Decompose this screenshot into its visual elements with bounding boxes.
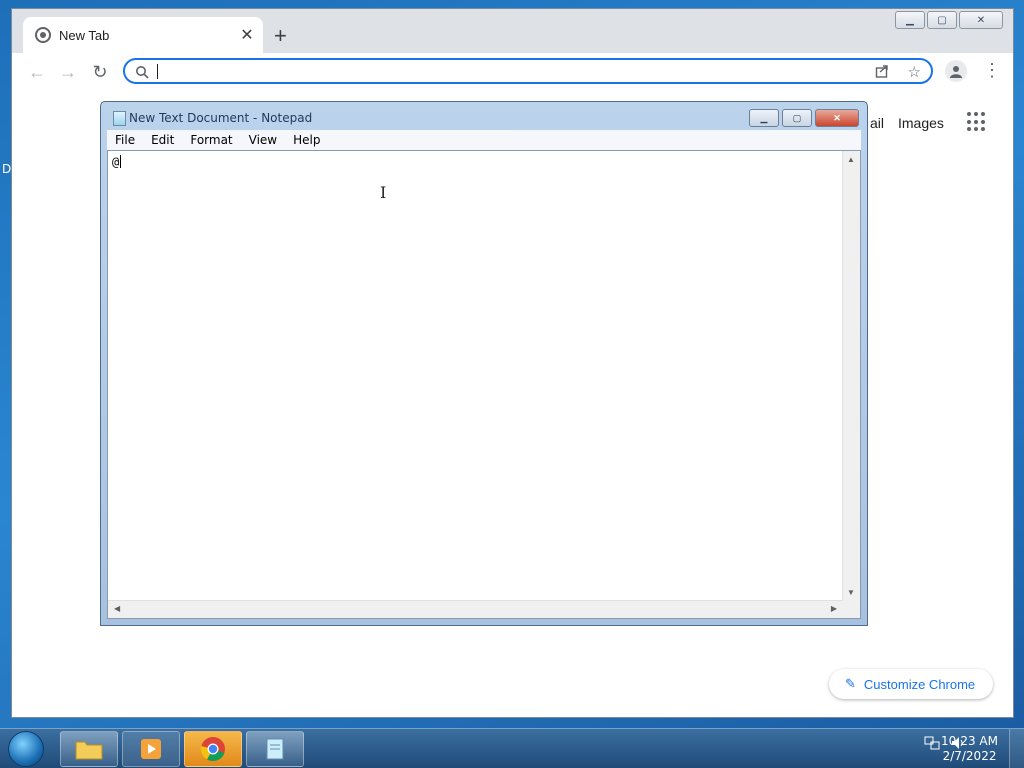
google-apps-icon[interactable] xyxy=(967,112,987,132)
minimize-button[interactable]: ▁ xyxy=(895,11,925,29)
taskbar-chrome-button[interactable] xyxy=(184,731,242,767)
forward-icon[interactable]: → xyxy=(57,62,79,83)
maximize-button[interactable]: ▢ xyxy=(927,11,957,29)
chrome-menu-icon[interactable]: ⋮ xyxy=(983,61,1001,79)
menu-file[interactable]: File xyxy=(107,133,143,147)
notepad-icon xyxy=(266,738,284,760)
notepad-icon xyxy=(113,111,126,126)
pencil-icon: ✎ xyxy=(845,676,856,691)
taskbar-explorer-button[interactable] xyxy=(60,731,118,767)
new-tab-button[interactable]: + xyxy=(274,25,287,47)
close-button[interactable]: ✕ xyxy=(959,11,1003,29)
clock-date: 2/7/2022 xyxy=(942,749,997,763)
profile-avatar-icon[interactable] xyxy=(945,60,967,82)
menu-help[interactable]: Help xyxy=(285,133,328,147)
notepad-title: New Text Document - Notepad xyxy=(129,111,313,125)
start-button[interactable] xyxy=(8,731,44,767)
notepad-text-area[interactable]: @ ▲ ▼ ◀ ▶ xyxy=(107,150,861,619)
scroll-up-icon[interactable]: ▲ xyxy=(847,155,855,164)
media-player-icon xyxy=(141,739,161,759)
customize-chrome-label: Customize Chrome xyxy=(863,676,976,692)
taskbar-media-player-button[interactable] xyxy=(122,731,180,767)
vertical-scrollbar[interactable]: ▲ ▼ xyxy=(842,151,860,601)
customize-chrome-button[interactable]: ✎ Customize Chrome xyxy=(829,669,993,699)
address-input[interactable] xyxy=(157,62,861,82)
bookmark-star-icon[interactable]: ☆ xyxy=(908,63,921,81)
notepad-close-button[interactable]: ✕ xyxy=(815,109,859,127)
folder-icon xyxy=(75,741,103,760)
notepad-menubar: File Edit Format View Help xyxy=(107,130,861,150)
gmail-link[interactable]: ail xyxy=(870,115,884,131)
taskbar-clock[interactable]: 10:23 AM 2/7/2022 xyxy=(941,734,998,764)
text-caret xyxy=(120,155,121,168)
notepad-window: New Text Document - Notepad ▁ ▢ ✕ File E… xyxy=(100,101,868,626)
notepad-minimize-button[interactable]: ▁ xyxy=(749,109,779,127)
notepad-window-controls: ▁ ▢ ✕ xyxy=(749,109,859,127)
show-desktop-button[interactable] xyxy=(1009,729,1024,768)
reload-icon[interactable]: ↻ xyxy=(89,62,111,83)
scroll-right-icon[interactable]: ▶ xyxy=(831,604,837,613)
address-bar[interactable]: ☆ xyxy=(123,58,933,84)
notepad-maximize-button[interactable]: ▢ xyxy=(782,109,812,127)
chrome-icon xyxy=(200,737,225,762)
scroll-left-icon[interactable]: ◀ xyxy=(114,604,120,613)
text-caret xyxy=(157,64,158,79)
chrome-window-controls: ▁ ▢ ✕ xyxy=(895,11,1003,29)
clock-time: 10:23 AM xyxy=(941,734,998,748)
desktop-icon-label[interactable]: D xyxy=(2,162,11,176)
notepad-text: @ xyxy=(112,155,120,169)
browser-toolbar: ← → ↻ ☆ ⋮ xyxy=(12,53,1013,91)
ibeam-cursor-icon: I xyxy=(380,183,387,202)
scroll-down-icon[interactable]: ▼ xyxy=(847,588,855,597)
chrome-icon xyxy=(35,27,51,43)
tab-new-tab[interactable]: New Tab ✕ xyxy=(23,17,263,53)
network-icon[interactable] xyxy=(924,735,940,751)
share-icon[interactable] xyxy=(875,64,889,78)
menu-edit[interactable]: Edit xyxy=(143,133,182,147)
resize-grip-icon[interactable] xyxy=(843,601,860,618)
taskbar-notepad-button[interactable] xyxy=(246,731,304,767)
tab-title: New Tab xyxy=(59,27,110,43)
tab-close-icon[interactable]: ✕ xyxy=(237,25,257,45)
menu-view[interactable]: View xyxy=(241,133,285,147)
taskbar: 10:23 AM 2/7/2022 xyxy=(0,728,1024,768)
menu-format[interactable]: Format xyxy=(182,133,240,147)
search-icon xyxy=(136,66,149,79)
horizontal-scrollbar[interactable]: ◀ ▶ xyxy=(108,600,843,618)
images-link[interactable]: Images xyxy=(898,115,944,131)
back-icon[interactable]: ← xyxy=(26,62,48,83)
